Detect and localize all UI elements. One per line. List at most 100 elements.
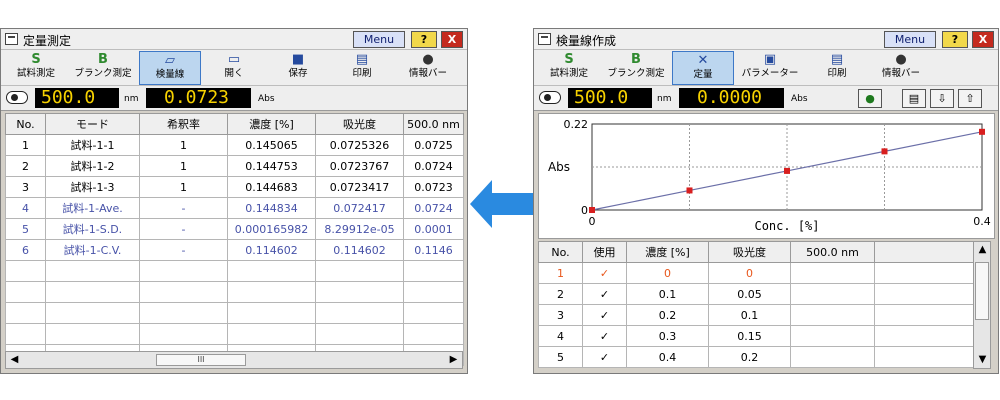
open-label: 開く [224,68,244,79]
scroll-right-icon[interactable]: ▶ [445,352,462,368]
scroll-up-icon[interactable]: ▲ [974,242,991,258]
table-cell: 0 [626,262,709,284]
table-row[interactable] [5,260,464,282]
table-row[interactable] [5,302,464,324]
calibration-curve-button[interactable]: ▱ 検量線 [139,51,201,85]
use-check-icon[interactable]: ✓ [582,346,627,368]
use-check-icon[interactable]: ✓ [582,325,627,347]
table-cell: 0.0724 [403,197,464,219]
vertical-scrollbar[interactable]: ▲ ▼ [973,241,991,369]
info-bar-label: 情報バー [881,68,920,79]
info-button[interactable]: ● [858,89,882,108]
table-cell: 0.0725326 [315,134,404,156]
x-axis-label: Conc. [%] [754,219,819,233]
column-header[interactable]: 濃度 [%] [227,113,316,135]
print-label: 印刷 [827,68,847,79]
column-header[interactable]: モード [45,113,140,135]
use-check-icon[interactable]: ✓ [582,304,627,326]
table-row[interactable]: 4 試料-1-Ave. -0.144834 0.072417 0.0724 [5,197,464,219]
printer-icon: ▤ [355,52,369,67]
window-icon [5,33,18,45]
table-row[interactable]: 5 ✓ 0.4 0.2 [538,346,974,368]
blank-measure-button[interactable]: B ブランク測定 [602,51,670,85]
scroll-down-icon[interactable]: ▼ [974,352,991,368]
open-button[interactable]: ▭ 開く [203,51,265,85]
info-bar-button[interactable]: ● 情報バー [870,51,932,85]
left-window-title: 定量測定 [23,34,72,48]
quantitation-icon: ✕ [697,53,709,68]
absorbance-unit: Abs [258,94,275,104]
use-check-icon[interactable]: ✓ [582,262,627,284]
table-row[interactable] [5,281,464,303]
info-bar-button[interactable]: ● 情報バー [395,51,461,85]
table-cell: - [139,239,228,261]
right-titlebar: 検量線作成 Menu ? X [534,29,998,50]
sample-measure-label: 試料測定 [549,68,588,79]
parameter-icon: ▣ [763,52,777,67]
table-cell [139,260,228,282]
horizontal-scrollbar[interactable]: ◀ III ▶ [5,351,463,369]
table-row[interactable]: 1 ✓ 0 0 [538,262,974,284]
column-header[interactable]: No. [5,113,46,135]
table-row[interactable]: 2 ✓ 0.1 0.05 [538,283,974,305]
table-row[interactable]: 2 試料-1-2 1 0.144753 0.0723767 0.0724 [5,155,464,177]
blank-measure-label: ブランク測定 [74,68,132,79]
list-button[interactable]: ▤ [902,89,926,108]
y-tick-label: 0 [581,204,588,217]
column-header[interactable] [874,241,974,263]
download-button[interactable]: ⇩ [930,89,954,108]
cell-holder-icon[interactable] [539,91,561,104]
column-header[interactable]: 吸光度 [315,113,404,135]
table-cell: 0.0724 [403,155,464,177]
cell-holder-icon[interactable] [6,91,28,104]
table-row[interactable]: 3 試料-1-3 1 0.144683 0.0723417 0.0723 [5,176,464,198]
window-icon [538,33,551,45]
table-row[interactable]: 4 ✓ 0.3 0.15 [538,325,974,347]
close-button[interactable]: X [972,31,994,48]
help-button[interactable]: ? [942,31,968,48]
parameter-button[interactable]: ▣ パラメーター [736,51,804,85]
column-header[interactable]: 500.0 nm [790,241,875,263]
sample-measure-button[interactable]: S 試料測定 [5,51,67,85]
close-button[interactable]: X [441,31,463,48]
table-cell: 0.144683 [227,176,316,198]
table-cell: 0.0001 [403,218,464,240]
y-axis-label: Abs [548,160,570,174]
column-header[interactable]: 濃度 [%] [626,241,709,263]
table-cell: 0.072417 [315,197,404,219]
menu-button[interactable]: Menu [884,31,936,48]
absorbance-unit: Abs [791,94,808,104]
print-button[interactable]: ▤ 印刷 [806,51,868,85]
print-button[interactable]: ▤ 印刷 [331,51,393,85]
table-row[interactable]: 6 試料-1-C.V. -0.114602 0.114602 0.1146 [5,239,464,261]
scroll-left-icon[interactable]: ◀ [6,352,23,368]
blank-measure-button[interactable]: B ブランク測定 [69,51,137,85]
table-cell: 0.15 [708,325,791,347]
column-header[interactable]: 吸光度 [708,241,791,263]
column-header[interactable]: 希釈率 [139,113,228,135]
help-button[interactable]: ? [411,31,437,48]
absorbance-display: 0.0000 [679,88,784,108]
right-toolbar: S 試料測定 B ブランク測定 ✕ 定量 ▣ パラメーター ▤ 印刷 ● 情報バー [534,50,998,86]
menu-button[interactable]: Menu [353,31,405,48]
table-row[interactable]: 5 試料-1-S.D. -0.000165982 8.29912e-05 0.0001 [5,218,464,240]
table-cell [45,302,140,324]
data-point [686,187,693,194]
use-check-icon[interactable]: ✓ [582,283,627,305]
calibration-curve-window: 検量線作成 Menu ? X S 試料測定 B ブランク測定 ✕ 定量 ▣ パラメーター ▤ 印刷… [533,28,999,374]
table-row[interactable] [5,323,464,345]
column-header[interactable]: 使用 [582,241,627,263]
sample-measure-button[interactable]: S 試料測定 [538,51,600,85]
column-header[interactable]: No. [538,241,583,263]
scroll-thumb[interactable] [975,262,989,320]
upload-button[interactable]: ⇧ [958,89,982,108]
data-point [979,128,985,135]
scroll-thumb[interactable]: III [156,354,246,366]
open-folder-icon: ▭ [227,52,241,67]
table-row[interactable]: 3 ✓ 0.2 0.1 [538,304,974,326]
table-row[interactable]: 1 試料-1-1 1 0.145065 0.0725326 0.0725 [5,134,464,156]
column-header[interactable]: 500.0 nm [403,113,464,135]
quantitation-button[interactable]: ✕ 定量 [672,51,734,85]
save-button[interactable]: ■ 保存 [267,51,329,85]
save-disk-icon: ■ [291,52,305,67]
